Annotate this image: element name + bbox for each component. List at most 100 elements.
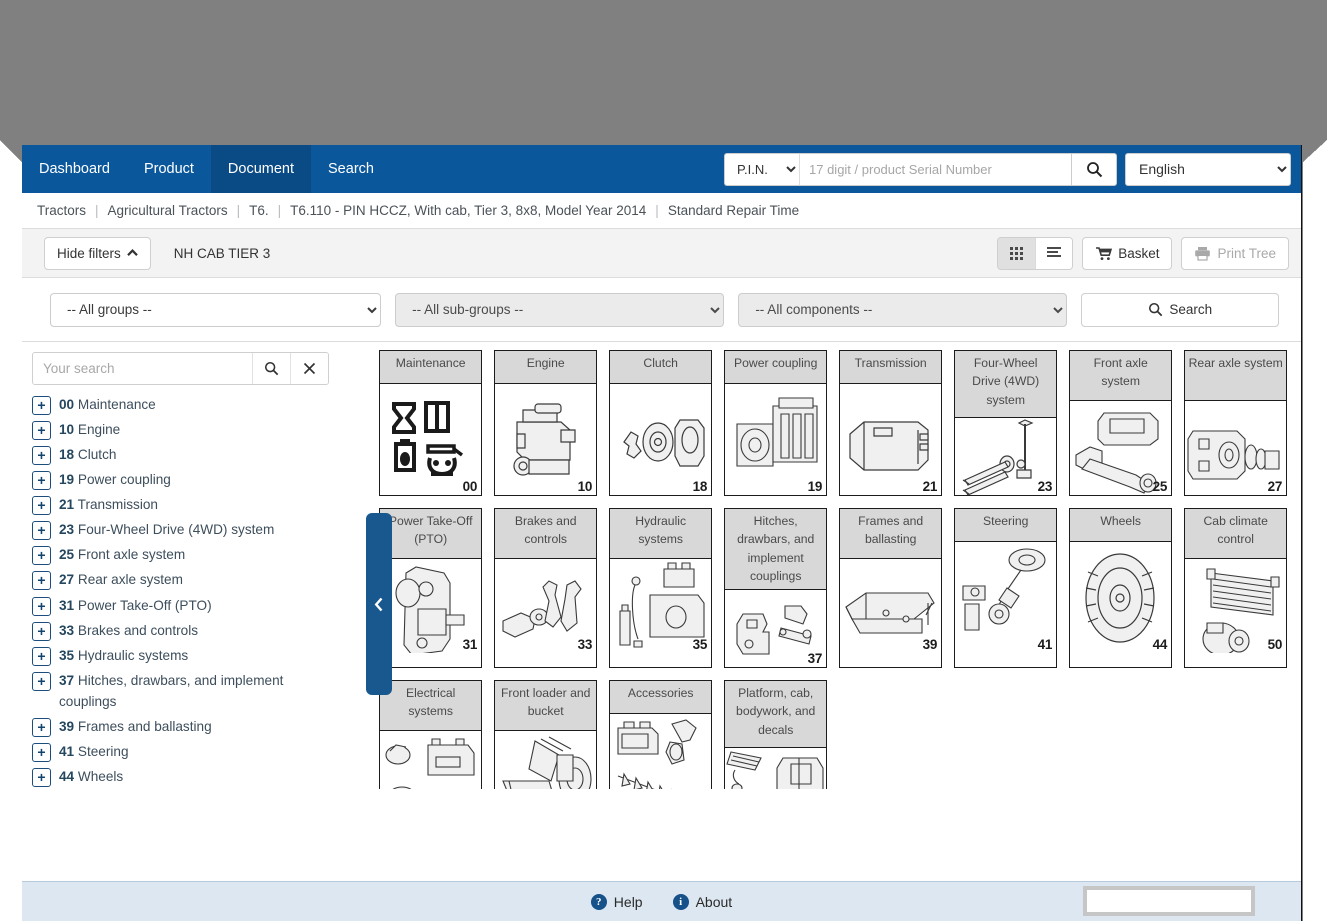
nav-item-dashboard[interactable]: Dashboard [22,145,127,193]
sidebar-search-button[interactable] [252,353,290,384]
group-tile-41[interactable]: Steering 41 [954,508,1058,669]
language-select[interactable]: English [1125,152,1291,186]
subgroup-filter-select[interactable]: -- All sub-groups -- [395,292,725,327]
group-tile-44[interactable]: Wheels 44 [1069,508,1173,669]
tree-item-front-axle-system[interactable]: +25 Front axle system [32,542,349,567]
plus-icon[interactable]: + [32,421,51,441]
serial-search-button[interactable] [1072,152,1117,186]
group-tile-image: 00 [380,384,482,495]
group-tile-number: 25 [1152,479,1168,494]
group-tile-19[interactable]: Power coupling 19 [724,350,828,496]
sidebar-search-input[interactable] [33,353,252,384]
plus-icon[interactable]: + [32,742,51,762]
plus-icon[interactable]: + [32,396,51,415]
tree-item-name: Frames and ballasting [77,718,212,734]
group-tile-image: 18 [610,384,712,495]
group-tile-82[interactable]: Front loader and bucket 82 [494,680,598,789]
tree-item-hydraulic-systems[interactable]: +35 Hydraulic systems [32,643,349,668]
group-tile-35[interactable]: Hydraulic systems 35 [609,508,713,669]
group-tile-37[interactable]: Hitches, drawbars, and implement couplin… [724,508,828,669]
group-tile-88[interactable]: Accessories 88 [609,680,713,789]
tree-item-frames-and-ballasting[interactable]: +39 Frames and ballasting [32,714,349,739]
basket-button[interactable]: Basket [1082,236,1173,270]
tree-item-power-coupling[interactable]: +19 Power coupling [32,467,349,492]
nav-item-search[interactable]: Search [311,145,391,193]
serial-number-input[interactable] [800,152,1072,186]
plus-icon[interactable]: + [32,621,51,641]
tree-item-power-take-off-pto[interactable]: +31 Power Take-Off (PTO) [32,593,349,618]
group-tile-50[interactable]: Cab climate control 50 [1184,508,1288,669]
plus-icon[interactable]: + [32,546,51,566]
group-tile-18[interactable]: Clutch 18 [609,350,713,496]
tree-item-maintenance[interactable]: +00 Maintenance [32,392,349,417]
group-tile-10[interactable]: Engine 10 [494,350,598,496]
breadcrumb-item-tractors[interactable]: Tractors [34,203,89,218]
tree-item-transmission[interactable]: +21 Transmission [32,492,349,517]
breadcrumb-item-model[interactable]: T6.110 - PIN HCCZ, With cab, Tier 3, 8x8… [287,203,649,218]
filter-search-button[interactable]: Search [1081,292,1279,327]
sidebar-collapse-handle[interactable] [366,513,392,695]
tree-item-hitches-drawbars-and-implement-couplings[interactable]: +37 Hitches, drawbars, and implement cou… [32,668,349,714]
group-tile-00[interactable]: Maintenance 00 [379,350,483,496]
group-tile-31[interactable]: Power Take-Off (PTO) 31 [379,508,483,669]
group-tile-title: Brakes and controls [495,509,597,559]
breadcrumb-item-agricultural-tractors[interactable]: Agricultural Tractors [105,203,231,218]
hide-filters-button[interactable]: Hide filters [44,236,151,270]
tree-item-label: 00 Maintenance [59,394,156,415]
group-tile-number: 44 [1152,637,1168,652]
plus-icon[interactable]: + [32,767,51,787]
tree-item-label: 44 Wheels [59,766,123,787]
group-tile-21[interactable]: Transmission 21 [839,350,943,496]
nav-item-document[interactable]: Document [210,145,312,193]
tree-item-clutch[interactable]: +18 Clutch [32,442,349,467]
group-tile-33[interactable]: Brakes and controls 33 [494,508,598,669]
tree-item-rear-axle-system[interactable]: +27 Rear axle system [32,567,349,592]
tree-item-name: Hitches, drawbars, and implement couplin… [59,672,284,709]
plus-icon[interactable]: + [32,446,51,466]
plus-icon[interactable]: + [32,496,51,516]
group-tile-90[interactable]: Platform, cab, bodywork, and decals 90 [724,680,828,789]
component-filter-select[interactable]: -- All components -- [738,292,1068,327]
floating-overlay-box[interactable] [1083,886,1255,916]
grid-view-icon [1010,246,1024,260]
tree-item-name: Brakes and controls [77,622,199,638]
plus-icon[interactable]: + [32,571,51,591]
tree-item-wheels[interactable]: +44 Wheels [32,764,349,789]
tree-item-steering[interactable]: +41 Steering [32,739,349,764]
desktop-backdrop-top [0,0,1327,140]
group-tile-number: 00 [462,479,478,494]
group-tile-55[interactable]: Electrical systems 55 [379,680,483,789]
group-tile-39[interactable]: Frames and ballasting 39 [839,508,943,669]
magnifier-icon [1086,161,1102,177]
about-link[interactable]: i About [672,893,732,910]
group-tile-image: 23 [955,418,1057,495]
tree-item-engine[interactable]: +10 Engine [32,417,349,442]
group-tile-image: 82 [495,731,597,789]
tree-item-four-wheel-drive-4wd-system[interactable]: +23 Four-Wheel Drive (4WD) system [32,517,349,542]
view-mode-grid-button[interactable] [998,237,1036,269]
plus-icon[interactable]: + [32,521,51,541]
plus-icon[interactable]: + [32,471,51,491]
view-mode-list-button[interactable] [1035,237,1073,269]
group-tile-23[interactable]: Four-Wheel Drive (4WD) system 23 [954,350,1058,496]
print-tree-button[interactable]: Print Tree [1181,236,1289,270]
plus-icon[interactable]: + [32,646,51,666]
group-filter-select[interactable]: -- All groups -- [50,292,382,327]
pin-type-select[interactable]: P.I.N. [724,152,800,186]
sidebar-search-clear-button[interactable] [290,353,328,384]
tree-item-label: 31 Power Take-Off (PTO) [59,595,212,616]
help-link[interactable]: ? Help [590,893,643,910]
group-tile-25[interactable]: Front axle system 25 [1069,350,1173,496]
group-tile-27[interactable]: Rear axle system 27 [1184,350,1288,496]
tree-item-brakes-and-controls[interactable]: +33 Brakes and controls [32,618,349,643]
nav-item-product[interactable]: Product [127,145,211,193]
plus-icon[interactable]: + [32,671,51,691]
breadcrumb-item-t6[interactable]: T6. [246,203,272,218]
group-tile-grid: Maintenance 00 Engine 10 Clutch 18 Power… [379,350,1301,789]
tree-item-label: 35 Hydraulic systems [59,645,188,666]
group-tile-title: Power coupling [725,351,827,384]
list-view-icon [1047,247,1062,257]
plus-icon[interactable]: + [32,717,51,737]
plus-icon[interactable]: + [32,596,51,616]
